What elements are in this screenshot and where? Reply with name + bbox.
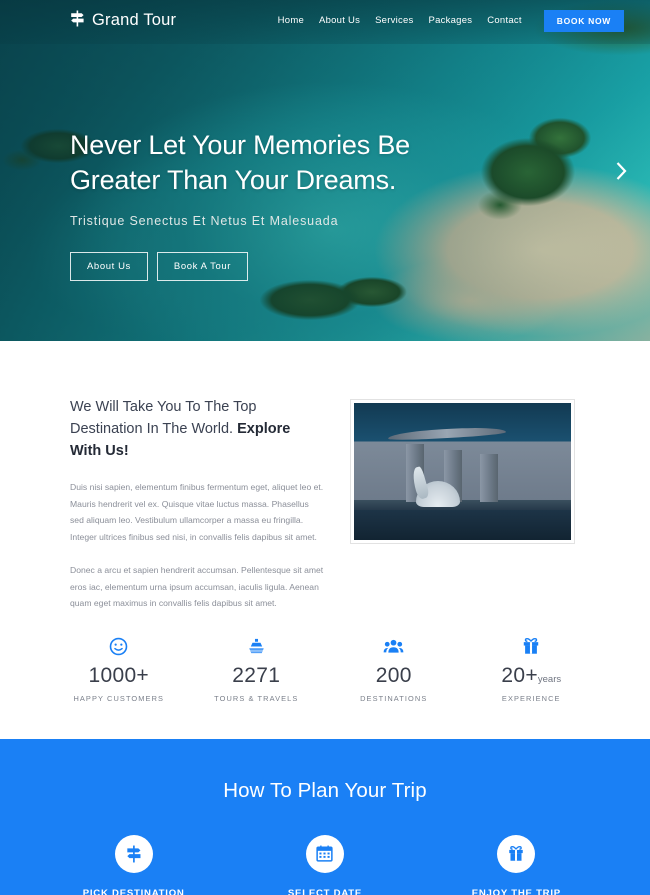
- about-section: We Will Take You To The Top Destination …: [0, 341, 650, 612]
- plan-card-pick-destination: PICK DESTINATION Vestibulum urna ligula,…: [38, 834, 229, 895]
- stat-destinations: 200 DESTINATIONS: [325, 636, 463, 703]
- stat-tours-travels: 2271 TOURS & TRAVELS: [188, 636, 326, 703]
- image-water: [354, 509, 571, 540]
- about-image-column: [350, 397, 580, 544]
- gift-icon: [497, 834, 536, 873]
- stat-value: 1000+: [88, 663, 149, 687]
- nav-item-contact[interactable]: Contact: [487, 15, 522, 26]
- plan-section-title: How To Plan Your Trip: [223, 778, 427, 802]
- image-shoreline: [354, 499, 571, 510]
- hero-title-line-2: Greater Than Your Dreams.: [70, 164, 397, 195]
- hero-about-us-button[interactable]: About Us: [70, 252, 148, 282]
- plan-card-title: SELECT DATE: [287, 887, 363, 895]
- stat-label: EXPERIENCE: [501, 693, 561, 703]
- stat-happy-customers: 1000+ HAPPY CUSTOMERS: [50, 636, 188, 703]
- brand-name: Grand Tour: [92, 11, 177, 29]
- plan-cards: PICK DESTINATION Vestibulum urna ligula,…: [38, 834, 612, 895]
- stat-label: TOURS & TRAVELS: [214, 693, 299, 703]
- smiley-face-icon: [50, 636, 188, 658]
- stat-value: 20+: [501, 663, 538, 687]
- hero-subtitle: Tristique Senectus Et Netus Et Malesuada: [70, 214, 339, 229]
- stat-label: DESTINATIONS: [360, 693, 428, 703]
- about-text-column: We Will Take You To The Top Destination …: [70, 397, 324, 612]
- brand-logo[interactable]: Grand Tour: [70, 10, 176, 32]
- chevron-right-icon[interactable]: [615, 161, 628, 181]
- users-group-icon: [325, 636, 463, 658]
- hero-title-line-1: Never Let Your Memories Be: [70, 130, 410, 160]
- nav-links: Home About Us Services Packages Contact …: [278, 9, 624, 32]
- calendar-icon: [305, 834, 344, 873]
- stat-suffix: years: [537, 673, 562, 685]
- stat-label: HAPPY CUSTOMERS: [73, 693, 165, 703]
- about-paragraph-2: Donec a arcu et sapien hendrerit accumsa…: [70, 565, 324, 609]
- marina-bay-sands-image: [354, 403, 571, 540]
- image-skypark-deck: [387, 425, 507, 442]
- stat-number: 2271: [188, 664, 326, 688]
- image-tower-3: [480, 453, 498, 502]
- plan-card-select-date: SELECT DATE Vestibulum urna ligula, mole…: [229, 834, 420, 895]
- about-image-frame: [350, 399, 575, 544]
- nav-item-services[interactable]: Services: [375, 15, 413, 26]
- book-now-button[interactable]: BOOK NOW: [543, 9, 624, 32]
- stat-value: 2271: [232, 663, 281, 687]
- nav-item-home[interactable]: Home: [278, 15, 304, 26]
- about-heading-plain: We Will Take You To The Top Destination …: [70, 399, 257, 437]
- hero-buttons: About Us Book A Tour: [70, 252, 410, 282]
- about-heading: We Will Take You To The Top Destination …: [70, 397, 324, 462]
- gift-icon: [463, 636, 601, 658]
- signpost-icon: [70, 10, 85, 32]
- hero-book-a-tour-button[interactable]: Book A Tour: [156, 252, 249, 282]
- main-navigation: Grand Tour Home About Us Services Packag…: [0, 0, 650, 41]
- hero-title: Never Let Your Memories Be Greater Than …: [70, 128, 410, 197]
- hero-section: Grand Tour Home About Us Services Packag…: [0, 0, 650, 341]
- stat-experience: 20+years EXPERIENCE: [463, 636, 601, 703]
- ship-icon: [188, 636, 326, 658]
- plan-card-title: PICK DESTINATION: [82, 887, 185, 895]
- signpost-icon: [114, 834, 153, 873]
- stat-number: 1000+: [50, 664, 188, 688]
- hero-content: Never Let Your Memories Be Greater Than …: [70, 128, 410, 282]
- stat-number: 200: [325, 664, 463, 688]
- plan-trip-section: How To Plan Your Trip PICK DESTINATION V…: [0, 738, 650, 895]
- plan-card-title: ENJOY THE TRIP: [471, 887, 561, 895]
- about-paragraph-1: Duis nisi sapien, elementum finibus ferm…: [70, 482, 324, 542]
- nav-item-about-us[interactable]: About Us: [319, 15, 360, 26]
- stats-section: 1000+ HAPPY CUSTOMERS 2271 TOURS & TRAVE…: [0, 636, 650, 739]
- nav-item-packages[interactable]: Packages: [429, 15, 473, 26]
- stat-value: 200: [375, 663, 412, 687]
- plan-card-enjoy-the-trip: ENJOY THE TRIP Vestibulum urna ligula, m…: [421, 834, 612, 895]
- stat-number: 20+years: [463, 664, 601, 688]
